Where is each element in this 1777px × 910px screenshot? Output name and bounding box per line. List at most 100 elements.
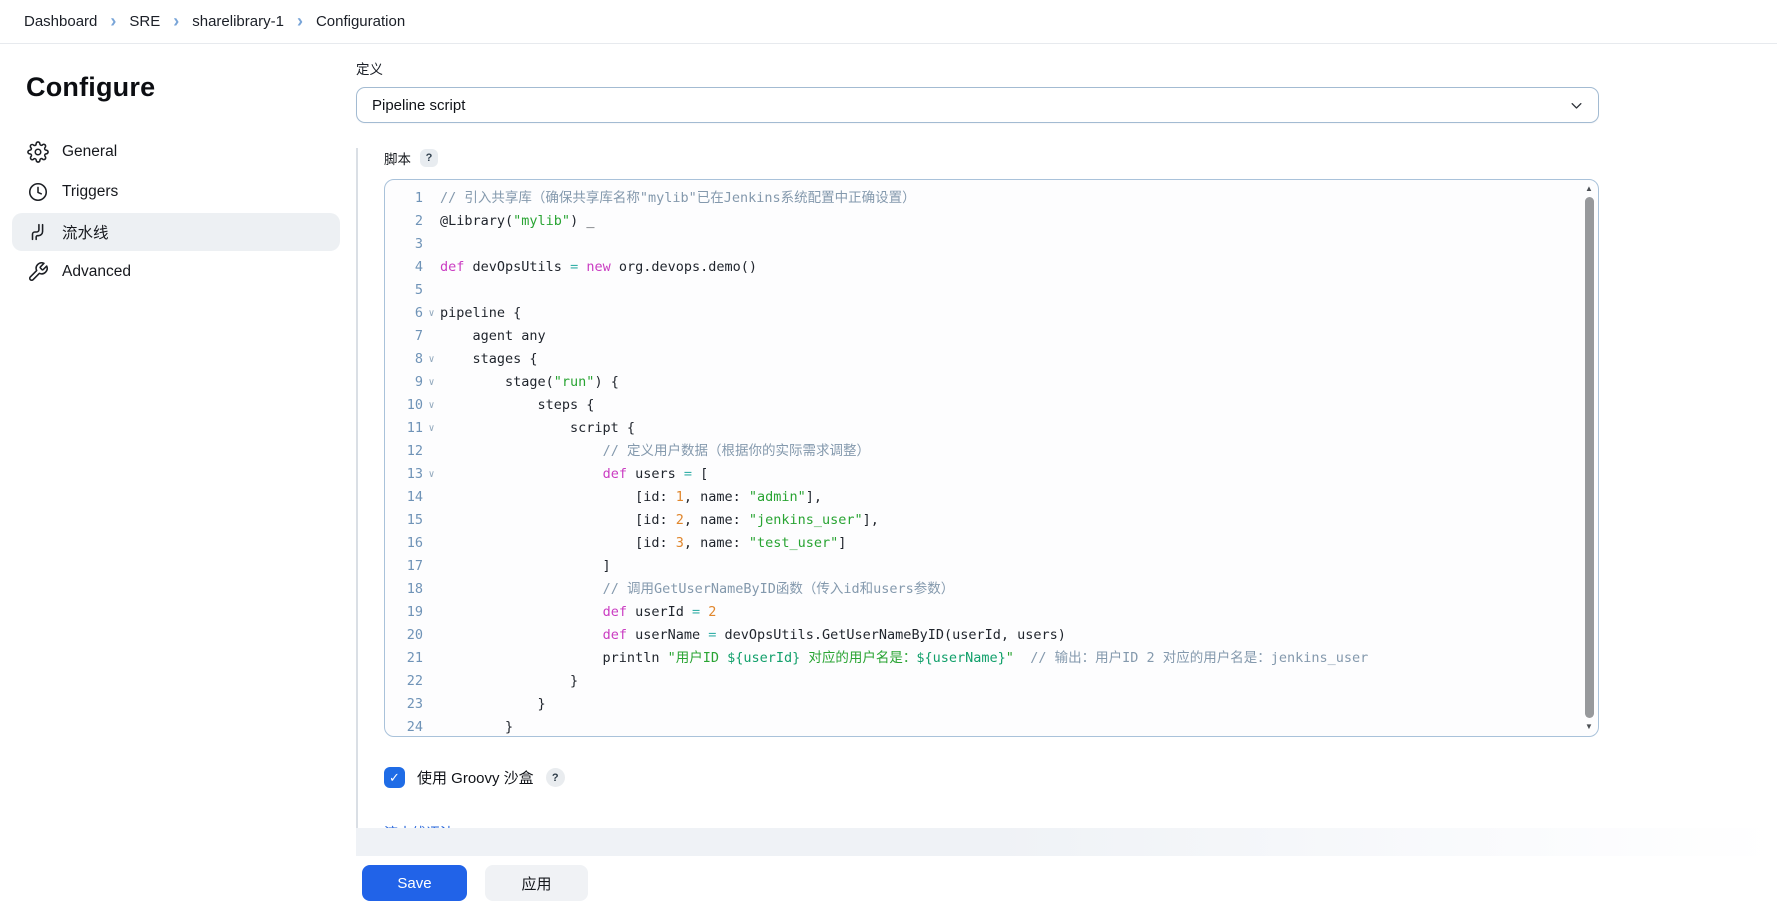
line-number: 15	[385, 509, 423, 532]
gear-icon	[27, 141, 49, 163]
fold-chevron-icon	[423, 624, 440, 647]
script-label: 脚本	[384, 148, 411, 168]
clock-icon	[27, 181, 49, 203]
sidebar-item-label: Triggers	[62, 183, 118, 201]
code-line: 3	[385, 233, 1598, 256]
groovy-sandbox-row: ✓ 使用 Groovy 沙盒 ?	[384, 767, 1599, 788]
breadcrumb: Dashboard›SRE›sharelibrary-1›Configurati…	[0, 0, 1777, 44]
line-number: 14	[385, 486, 423, 509]
scrollbar-thumb[interactable]	[1585, 197, 1594, 718]
save-button[interactable]: Save	[362, 865, 467, 901]
fold-chevron-icon	[423, 670, 440, 693]
code-text: def userName = devOpsUtils.GetUserNameBy…	[440, 624, 1066, 647]
code-line: 11∨ script {	[385, 417, 1598, 440]
code-line: 9∨ stage("run") {	[385, 371, 1598, 394]
code-line: 24 }	[385, 716, 1598, 737]
sandbox-help-icon[interactable]: ?	[546, 768, 565, 787]
code-text: println "用户ID ${userId} 对应的用户名是：${userNa…	[440, 647, 1368, 670]
sidebar-item-label: Advanced	[62, 263, 131, 281]
sidebar-item-advanced[interactable]: Advanced	[12, 253, 340, 291]
code-text: // 引入共享库（确保共享库名称"mylib"已在Jenkins系统配置中正确设…	[440, 187, 916, 210]
code-text: stages {	[440, 348, 538, 371]
fold-chevron-icon	[423, 693, 440, 716]
code-line: 22 }	[385, 670, 1598, 693]
code-text: agent any	[440, 325, 546, 348]
code-line: 19 def userId = 2	[385, 601, 1598, 624]
code-line: 1 // 引入共享库（确保共享库名称"mylib"已在Jenkins系统配置中正确…	[385, 187, 1598, 210]
fold-chevron-icon[interactable]: ∨	[423, 417, 440, 440]
line-number: 23	[385, 693, 423, 716]
fold-chevron-icon[interactable]: ∨	[423, 371, 440, 394]
code-line: 6∨pipeline {	[385, 302, 1598, 325]
code-text: // 定义用户数据（根据你的实际需求调整）	[440, 440, 870, 463]
line-number: 20	[385, 624, 423, 647]
editor-scrollbar[interactable]: ▲ ▼	[1582, 182, 1596, 734]
code-line: 10∨ steps {	[385, 394, 1598, 417]
fold-chevron-icon	[423, 716, 440, 737]
code-text: ]	[440, 555, 611, 578]
code-text: script {	[440, 417, 635, 440]
chevron-down-icon	[1569, 98, 1584, 113]
code-line: 18 // 调用GetUserNameByID函数（传入id和users参数）	[385, 578, 1598, 601]
footer-bar: Save 应用	[0, 856, 1777, 910]
code-text: }	[440, 693, 546, 716]
line-number: 1	[385, 187, 423, 210]
fold-chevron-icon	[423, 256, 440, 279]
fold-chevron-icon[interactable]: ∨	[423, 302, 440, 325]
groovy-sandbox-checkbox[interactable]: ✓	[384, 767, 405, 788]
code-text: steps {	[440, 394, 594, 417]
definition-select[interactable]: Pipeline script	[356, 87, 1599, 123]
line-number: 10	[385, 394, 423, 417]
fold-chevron-icon	[423, 601, 440, 624]
sidebar-item-triggers[interactable]: Triggers	[12, 173, 340, 211]
sidebar: Configure GeneralTriggers流水线Advanced	[0, 44, 348, 855]
line-number: 12	[385, 440, 423, 463]
pipeline-script-section: 脚本 ? 1 // 引入共享库（确保共享库名称"mylib"已在Jenkins系统…	[356, 148, 1599, 843]
fold-chevron-icon	[423, 325, 440, 348]
breadcrumb-item[interactable]: sharelibrary-1	[192, 13, 284, 30]
sidebar-item-pipeline[interactable]: 流水线	[12, 213, 340, 251]
code-text: // 调用GetUserNameByID函数（传入id和users参数）	[440, 578, 954, 601]
line-number: 5	[385, 279, 423, 302]
content-layout: Configure GeneralTriggers流水线Advanced 定义 …	[0, 44, 1777, 855]
line-number: 18	[385, 578, 423, 601]
breadcrumb-item[interactable]: Dashboard	[24, 13, 97, 30]
code-line: 14 [id: 1, name: "admin"],	[385, 486, 1598, 509]
scroll-up-arrow-icon[interactable]: ▲	[1582, 182, 1596, 196]
code-line: 15 [id: 2, name: "jenkins_user"],	[385, 509, 1598, 532]
scroll-down-arrow-icon[interactable]: ▼	[1582, 720, 1596, 734]
line-number: 7	[385, 325, 423, 348]
footer-fade-band	[356, 828, 1777, 856]
code-line: 4def devOpsUtils = new org.devops.demo()	[385, 256, 1598, 279]
fold-chevron-icon	[423, 187, 440, 210]
code-line: 16 [id: 3, name: "test_user"]	[385, 532, 1598, 555]
fold-chevron-icon	[423, 532, 440, 555]
fold-chevron-icon	[423, 279, 440, 302]
configure-page: Dashboard›SRE›sharelibrary-1›Configurati…	[0, 0, 1777, 910]
code-line: 2@Library("mylib") _	[385, 210, 1598, 233]
fold-chevron-icon[interactable]: ∨	[423, 348, 440, 371]
script-help-icon[interactable]: ?	[420, 149, 438, 167]
groovy-sandbox-label: 使用 Groovy 沙盒	[417, 767, 534, 788]
wrench-icon	[27, 261, 49, 283]
fold-chevron-icon	[423, 486, 440, 509]
fold-chevron-icon	[423, 578, 440, 601]
sidebar-item-label: 流水线	[62, 221, 109, 243]
line-number: 21	[385, 647, 423, 670]
code-text: [id: 1, name: "admin"],	[440, 486, 822, 509]
code-line: 23 }	[385, 693, 1598, 716]
fold-chevron-icon	[423, 233, 440, 256]
fold-chevron-icon[interactable]: ∨	[423, 463, 440, 486]
breadcrumb-item[interactable]: SRE	[129, 13, 160, 30]
fold-chevron-icon[interactable]: ∨	[423, 394, 440, 417]
code-line: 17 ]	[385, 555, 1598, 578]
line-number: 8	[385, 348, 423, 371]
line-number: 13	[385, 463, 423, 486]
code-text: }	[440, 670, 578, 693]
apply-button[interactable]: 应用	[485, 865, 588, 901]
sidebar-item-general[interactable]: General	[12, 133, 340, 171]
pipeline-script-editor[interactable]: 1 // 引入共享库（确保共享库名称"mylib"已在Jenkins系统配置中正确…	[384, 179, 1599, 737]
line-number: 2	[385, 210, 423, 233]
fold-chevron-icon	[423, 555, 440, 578]
code-line: 20 def userName = devOpsUtils.GetUserNam…	[385, 624, 1598, 647]
